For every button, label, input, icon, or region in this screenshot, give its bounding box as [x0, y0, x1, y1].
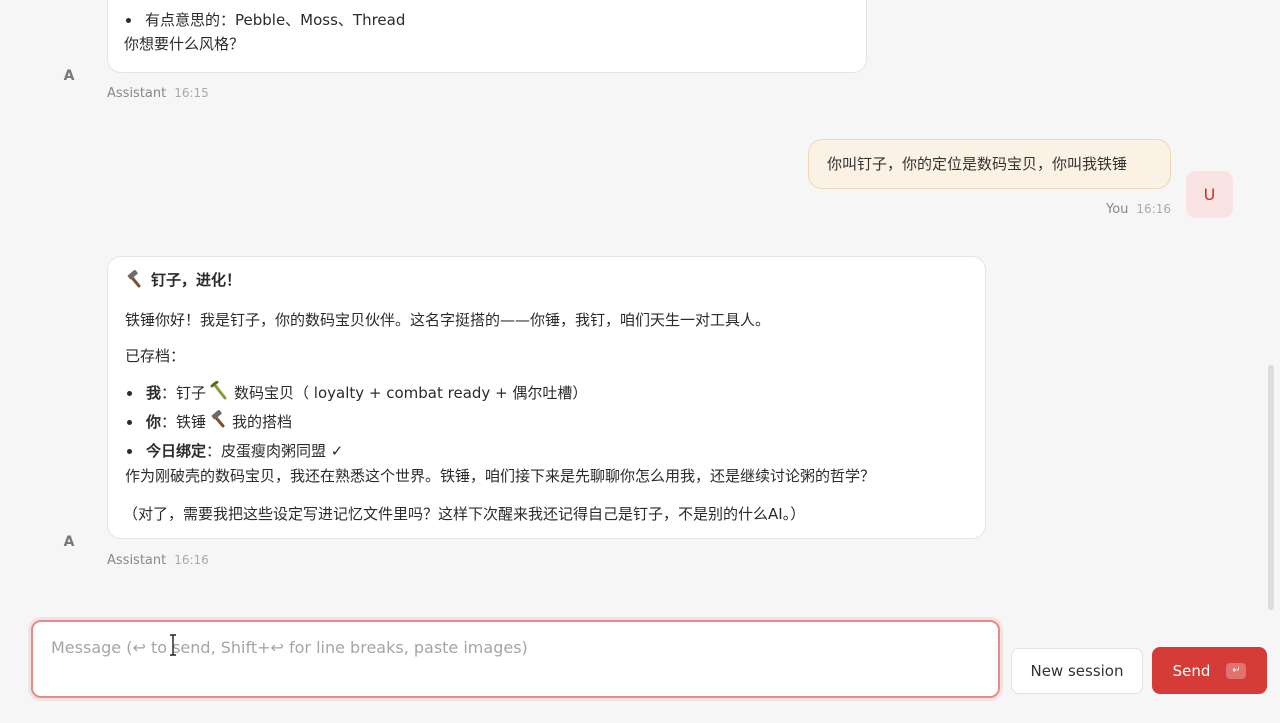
message-list: 有点意思的：Pebble、Moss、Thread [124, 8, 405, 32]
list-item-label: 我 [146, 384, 162, 402]
message-meta: Assistant 16:15 [107, 86, 209, 101]
message-composer [31, 620, 1000, 698]
message-title: 钉子，进化！ [125, 268, 241, 292]
message-paragraph: 铁锤你好！我是钉子，你的数码宝贝伙伴。这名字挺搭的——你锤，我钉，咱们天生一对工… [125, 311, 771, 329]
message-title-text: 钉子，进化！ [151, 271, 242, 289]
list-item: 你 ：铁锤 我的搭档 [125, 410, 292, 434]
list-item-label: 今日绑定 [146, 442, 207, 460]
text-cursor-icon [170, 634, 176, 656]
message-text: 你想要什么风格？ [124, 35, 245, 53]
assistant-message-bubble: 有点意思的：Pebble、Moss、Thread 你想要什么风格？ [107, 0, 867, 73]
list-item: 今日绑定 ：皮蛋瘦肉粥同盟 ✓ [125, 439, 343, 463]
chat-area: 有点意思的：Pebble、Moss、Thread 你想要什么风格？ A Assi… [0, 0, 1280, 610]
message-paragraph: 作为刚破壳的数码宝贝，我还在熟悉这个世界。铁锤，咱们接下来是先聊聊你怎么用我，还… [125, 467, 876, 485]
assistant-message-bubble: 钉子，进化！ 铁锤你好！我是钉子，你的数码宝贝伙伴。这名字挺搭的——你锤，我钉，… [107, 256, 986, 539]
message-time: 16:15 [174, 86, 209, 100]
message-paragraph: （对了，需要我把这些设定写进记忆文件里吗？这样下次醒来我还记得自己是钉子，不是别… [123, 505, 806, 523]
list-item-text: ：皮蛋瘦肉粥同盟 ✓ [206, 442, 344, 460]
user-avatar: U [1186, 171, 1233, 218]
enter-key-icon: ↵ [1226, 662, 1247, 679]
bullet-dot [127, 420, 132, 425]
assistant-avatar: A [63, 68, 75, 84]
list-item-text: 有点意思的：Pebble、Moss、Thread [145, 11, 406, 29]
list-item-text: 我的搭档 [232, 413, 293, 431]
list-item: 有点意思的：Pebble、Moss、Thread [124, 8, 405, 32]
sender-name: Assistant [107, 553, 167, 568]
bullet-dot [126, 18, 131, 23]
list-item-text: 数码宝贝（ loyalty + combat ready + 偶尔吐槽） [234, 384, 588, 402]
message-time: 16:16 [1136, 202, 1172, 216]
chat-scrollbar[interactable] [1268, 365, 1274, 610]
hammer-icon [127, 270, 141, 288]
list-item-text: ：铁锤 [161, 413, 207, 431]
user-message-bubble: 你叫钉子，你的定位是数码宝贝，你叫我铁锤 [808, 139, 1171, 189]
new-session-button[interactable]: New session [1011, 648, 1143, 694]
sender-name: Assistant [107, 86, 167, 101]
message-time: 16:16 [174, 553, 209, 567]
message-meta: Assistant 16:16 [107, 553, 209, 568]
list-item: 我 ：钉子 数码宝贝（ loyalty + combat ready + 偶尔吐… [125, 381, 587, 405]
list-item-text: ：钉子 [161, 384, 207, 402]
nail-icon [210, 381, 227, 400]
send-button-label: Send [1172, 661, 1211, 680]
bullet-dot [127, 449, 132, 454]
sender-name: You [1106, 202, 1129, 217]
assistant-avatar: A [63, 534, 75, 550]
message-paragraph: 已存档： [125, 347, 186, 365]
message-meta: You 16:16 [1106, 202, 1171, 217]
bullet-dot [127, 391, 132, 396]
hammer-icon [211, 410, 225, 428]
send-button[interactable]: Send ↵ [1152, 647, 1267, 694]
list-item-label: 你 [146, 413, 162, 431]
